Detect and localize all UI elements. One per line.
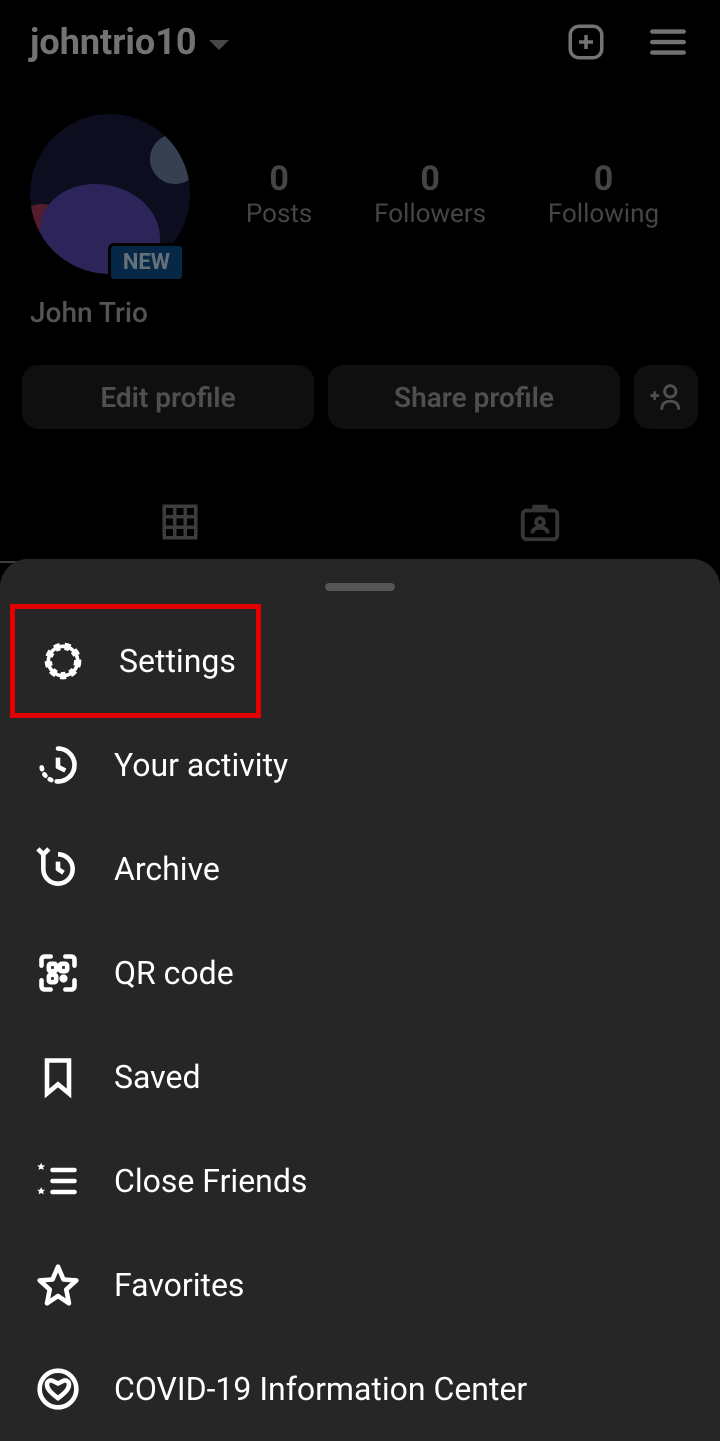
create-post-icon[interactable] [564,20,608,64]
qr-icon [34,949,82,997]
list-star-icon [34,1157,82,1205]
menu-item-activity[interactable]: Your activity [0,713,720,817]
stat-label: Following [548,199,659,229]
stat-posts[interactable]: 0 Posts [246,159,312,229]
menu-item-favorites[interactable]: Favorites [0,1233,720,1337]
menu-item-settings[interactable]: Settings [10,604,261,718]
menu-label: Settings [119,642,236,680]
sheet-grabber[interactable] [325,583,395,591]
bookmark-icon [34,1053,82,1101]
avatar-wrap: NEW [30,114,195,274]
menu-label: Your activity [114,746,288,784]
menu-item-saved[interactable]: Saved [0,1025,720,1129]
stat-followers[interactable]: 0 Followers [374,159,486,229]
stat-count: 0 [269,159,289,199]
stat-following[interactable]: 0 Following [548,159,659,229]
archive-icon [34,845,82,893]
stat-count: 0 [594,159,614,199]
profile-header: johntrio10 [0,0,720,84]
stat-label: Posts [246,199,312,229]
add-user-button[interactable] [634,365,698,429]
profile-stats: 0 Posts 0 Followers 0 Following [195,159,690,229]
stat-count: 0 [420,159,440,199]
username-label[interactable]: johntrio10 [30,21,197,63]
menu-label: Archive [114,850,220,888]
menu-item-covid[interactable]: COVID-19 Information Center [0,1337,720,1441]
edit-profile-button[interactable]: Edit profile [22,365,314,429]
profile-summary: NEW 0 Posts 0 Followers 0 Following [0,84,720,284]
activity-icon [34,741,82,789]
menu-item-close-friends[interactable]: Close Friends [0,1129,720,1233]
stat-label: Followers [374,199,486,229]
display-name: John Trio [0,284,720,329]
share-profile-button[interactable]: Share profile [328,365,620,429]
menu-label: Favorites [114,1266,244,1304]
chevron-down-icon[interactable] [209,40,229,50]
menu-label: QR code [114,954,234,992]
menu-item-archive[interactable]: Archive [0,817,720,921]
menu-label: COVID-19 Information Center [114,1370,527,1408]
menu-label: Saved [114,1058,200,1096]
gear-icon [39,637,87,685]
new-badge: NEW [108,243,185,282]
menu-item-qr[interactable]: QR code [0,921,720,1025]
heart-circle-icon [34,1365,82,1413]
options-sheet: Settings Your activity Archive [0,559,720,1441]
menu-label: Close Friends [114,1162,307,1200]
tab-tagged[interactable] [360,483,720,563]
menu-icon[interactable] [646,20,690,64]
star-icon [34,1261,82,1309]
profile-action-row: Edit profile Share profile [0,329,720,429]
profile-tabs [0,483,720,563]
tab-grid[interactable] [0,483,360,563]
